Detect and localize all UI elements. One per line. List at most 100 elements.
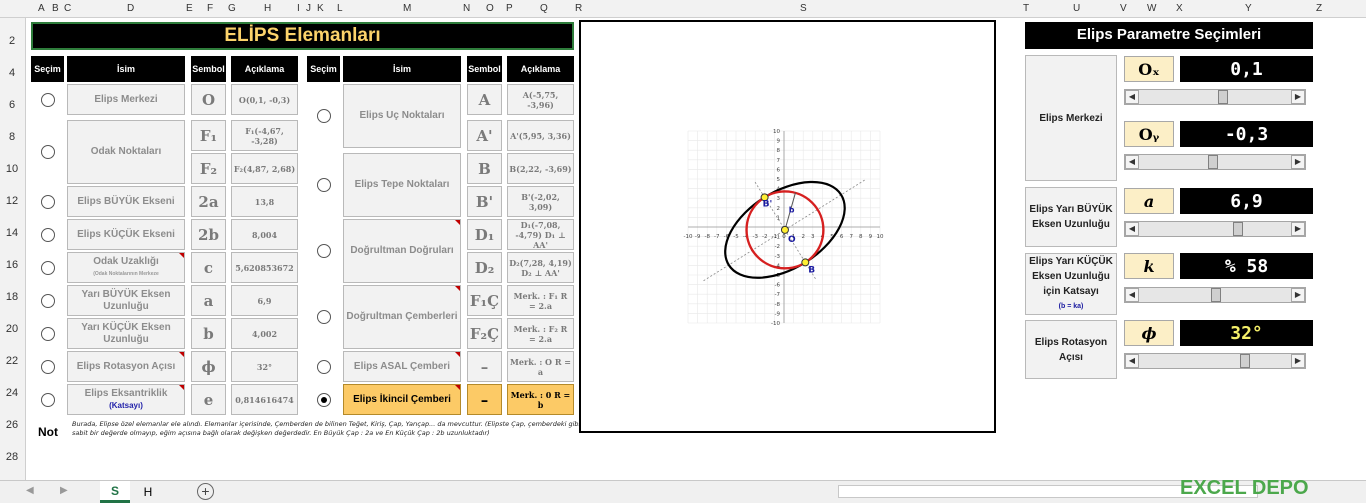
left-radio-0[interactable] [41,92,55,107]
row-header-2[interactable]: 2 [0,35,24,47]
column-header-p[interactable]: P [506,3,513,14]
left-item-0[interactable]: Elips Merkezi [67,84,185,115]
column-header-k[interactable]: K [317,3,324,14]
column-header-g[interactable]: G [228,3,236,14]
slider-thumb[interactable] [1239,354,1250,368]
column-header-t[interactable]: T [1023,3,1029,14]
column-header-h[interactable]: H [264,3,271,14]
right-radio-6[interactable] [317,310,331,324]
column-header-m[interactable]: M [403,3,411,14]
sheet-tab-s[interactable]: S [100,481,130,503]
slider-thumb[interactable] [1208,155,1219,169]
column-header-j[interactable]: J [306,3,311,14]
row-header-4[interactable]: 4 [0,67,24,79]
slider-right-arrow-icon[interactable]: ▶ [1291,354,1305,368]
row-header-6[interactable]: 6 [0,99,24,111]
param-slider-4[interactable]: ◀ ▶ [1124,353,1306,369]
column-header-e[interactable]: E [186,3,193,14]
left-radio-9[interactable] [41,392,55,407]
param-slider-2[interactable]: ◀ ▶ [1124,221,1306,237]
right-item-0[interactable]: Elips Uç Noktaları [343,84,461,148]
right-radio-2[interactable] [317,178,331,192]
ellipse-chart[interactable]: -10 -10 -9 -9 -8 -8 -7 -7 -6 -6 -5 -5 -4 -4 -3 -3 -2 -2 -1… [579,20,996,433]
right-item-8[interactable]: Elips ASAL Çemberi [343,351,461,382]
row-header-14[interactable]: 14 [0,227,24,239]
param-slider-1[interactable]: ◀ ▶ [1124,154,1306,170]
slider-thumb[interactable] [1211,288,1221,302]
right-radio-9[interactable] [317,392,331,407]
left-item-9[interactable]: Elips Eksantriklik (Katsayı) [67,384,185,415]
left-item-5[interactable]: Odak Uzaklığı (Odak Noktalarının Merkeze [67,252,185,283]
row-header-26[interactable]: 26 [0,419,24,431]
left-radio-8[interactable] [41,359,55,374]
column-header-u[interactable]: U [1073,3,1080,14]
row-header-8[interactable]: 8 [0,131,24,143]
slider-right-arrow-icon[interactable]: ▶ [1291,222,1305,236]
left-item-4[interactable]: Elips KÜÇÜK Ekseni [67,219,185,250]
right-item-6[interactable]: Doğrultman Çemberleri [343,285,461,349]
slider-right-arrow-icon[interactable]: ▶ [1291,155,1305,169]
left-radio-4[interactable] [41,227,55,242]
row-header-22[interactable]: 22 [0,355,24,367]
column-header-d[interactable]: D [127,3,134,14]
left-radio-6[interactable] [41,293,55,308]
column-header-bar: ABC D E F G H IJK L M N O P Q R S T U V W X Y Z [0,0,1366,18]
column-header-i[interactable]: I [297,3,300,14]
slider-thumb[interactable] [1232,222,1243,236]
column-header-z[interactable]: Z [1316,3,1322,14]
right-radio-0[interactable] [317,109,331,123]
column-header-c[interactable]: C [64,3,71,14]
right-item-9[interactable]: Elips İkincil Çemberi [343,384,461,415]
left-radio-1[interactable] [41,145,55,159]
add-sheet-icon[interactable]: + [197,483,214,500]
slider-thumb[interactable] [1218,90,1229,104]
slider-left-arrow-icon[interactable]: ◀ [1125,155,1139,169]
right-item-4[interactable]: Doğrultman Doğruları [343,219,461,283]
column-header-a[interactable]: A [38,3,45,14]
right-radio-8[interactable] [317,359,331,374]
column-header-w[interactable]: W [1147,3,1156,14]
slider-left-arrow-icon[interactable]: ◀ [1125,288,1139,302]
slider-left-arrow-icon[interactable]: ◀ [1125,354,1139,368]
column-header-l[interactable]: L [337,3,343,14]
sheet-tab-h[interactable]: H [135,481,161,503]
slider-right-arrow-icon[interactable]: ▶ [1291,288,1305,302]
slider-left-arrow-icon[interactable]: ◀ [1125,90,1139,104]
column-header-v[interactable]: V [1120,3,1127,14]
right-header-secim: Seçim [307,56,340,82]
row-header-20[interactable]: 20 [0,323,24,335]
right-header-sembol: Sembol [467,56,502,82]
left-item-7[interactable]: Yarı KÜÇÜK Eksen Uzunluğu [67,318,185,349]
column-header-n[interactable]: N [463,3,470,14]
param-slider-3[interactable]: ◀ ▶ [1124,287,1306,303]
row-header-10[interactable]: 10 [0,163,24,175]
column-header-o[interactable]: O [486,3,494,14]
left-radio-3[interactable] [41,194,55,209]
scroll-left-icon[interactable]: ◀ [26,485,34,496]
right-radio-4[interactable] [317,244,331,258]
row-header-12[interactable]: 12 [0,195,24,207]
column-header-b[interactable]: B [52,3,59,14]
right-item-2[interactable]: Elips Tepe Noktaları [343,153,461,217]
column-header-q[interactable]: Q [540,3,548,14]
left-item-8[interactable]: Elips Rotasyon Açısı [67,351,185,382]
column-header-s[interactable]: S [800,3,807,14]
slider-left-arrow-icon[interactable]: ◀ [1125,222,1139,236]
scroll-right-icon[interactable]: ▶ [60,485,68,496]
left-item-1[interactable]: Odak Noktaları [67,120,185,184]
column-header-f[interactable]: F [207,3,213,14]
column-header-y[interactable]: Y [1245,3,1252,14]
column-header-r[interactable]: R [575,3,582,14]
row-header-18[interactable]: 18 [0,291,24,303]
left-item-3[interactable]: Elips BÜYÜK Ekseni [67,186,185,217]
left-item-6[interactable]: Yarı BÜYÜK Eksen Uzunluğu [67,285,185,316]
row-header-28[interactable]: 28 [0,451,24,463]
column-header-x[interactable]: X [1176,3,1183,14]
left-radio-7[interactable] [41,326,55,341]
row-header-16[interactable]: 16 [0,259,24,271]
row-header-24[interactable]: 24 [0,387,24,399]
param-slider-0[interactable]: ◀ ▶ [1124,89,1306,105]
left-radio-5[interactable] [41,260,55,275]
slider-right-arrow-icon[interactable]: ▶ [1291,90,1305,104]
left-item-label: Odak Uzaklığı [93,255,159,267]
